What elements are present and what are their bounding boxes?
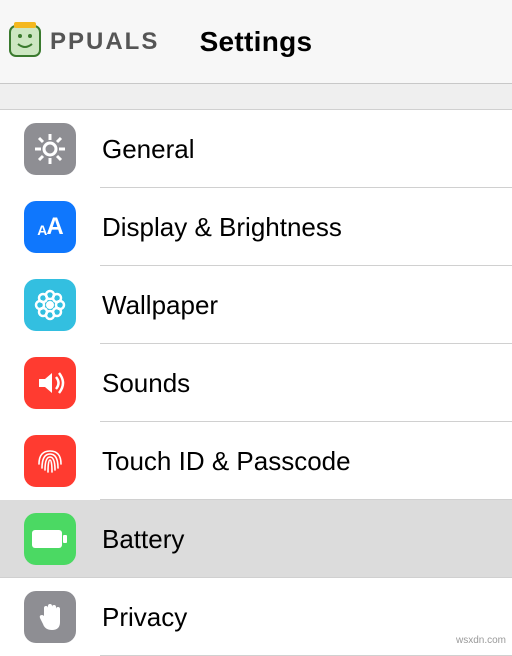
attribution-text: wsxdn.com (456, 635, 506, 646)
row-label: Touch ID & Passcode (102, 446, 351, 477)
speaker-icon (24, 357, 76, 409)
row-label: General (102, 134, 195, 165)
text-size-icon: AA (24, 201, 76, 253)
logo-text: PPUALS (50, 28, 159, 56)
row-label: Wallpaper (102, 290, 218, 321)
settings-row-general[interactable]: General (0, 110, 512, 188)
battery-icon (24, 513, 76, 565)
row-label: Sounds (102, 368, 190, 399)
page-title: Settings (200, 26, 313, 58)
settings-row-touchid-passcode[interactable]: Touch ID & Passcode (0, 422, 512, 500)
gear-icon (24, 123, 76, 175)
row-label: Privacy (102, 602, 187, 633)
fingerprint-icon (24, 435, 76, 487)
settings-list: General AA Display & Brightness Wallpape… (0, 110, 512, 656)
section-spacer (0, 84, 512, 110)
site-logo: PPUALS (6, 20, 159, 64)
appuals-logo-icon (6, 20, 54, 64)
settings-row-sounds[interactable]: Sounds (0, 344, 512, 422)
row-label: Display & Brightness (102, 212, 342, 243)
settings-row-privacy[interactable]: Privacy (0, 578, 512, 656)
hand-icon (24, 591, 76, 643)
flower-icon (24, 279, 76, 331)
settings-row-battery[interactable]: Battery (0, 500, 512, 578)
settings-header: PPUALS Settings (0, 0, 512, 84)
row-label: Battery (102, 524, 184, 555)
settings-row-display-brightness[interactable]: AA Display & Brightness (0, 188, 512, 266)
settings-row-wallpaper[interactable]: Wallpaper (0, 266, 512, 344)
